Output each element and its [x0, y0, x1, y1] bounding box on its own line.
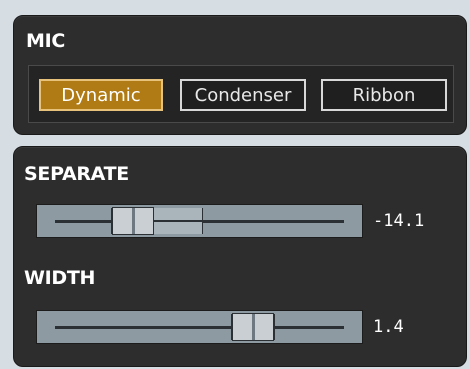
condenser-button[interactable]: Condenser — [180, 79, 306, 111]
separate-value: -14.1 — [373, 211, 425, 231]
width-slider-handle[interactable] — [232, 313, 274, 341]
width-title: WIDTH — [24, 267, 96, 289]
plugin-window: MIC Dynamic Condenser Ribbon SEPARATE -1… — [0, 0, 470, 369]
width-value: 1.4 — [373, 317, 404, 337]
mic-title: MIC — [26, 30, 66, 52]
width-slider[interactable] — [36, 310, 363, 344]
ribbon-button[interactable]: Ribbon — [321, 79, 447, 111]
separate-title: SEPARATE — [24, 163, 129, 185]
separate-slider-handle[interactable] — [112, 207, 154, 235]
mic-selector: Dynamic Condenser Ribbon — [28, 65, 454, 123]
dynamic-button[interactable]: Dynamic — [39, 79, 163, 111]
separate-slider[interactable] — [36, 204, 363, 238]
width-slider-track — [55, 326, 344, 329]
stereo-panel: SEPARATE -14.1 WIDTH 1.4 — [13, 146, 467, 367]
mic-panel: MIC Dynamic Condenser Ribbon — [13, 15, 467, 135]
